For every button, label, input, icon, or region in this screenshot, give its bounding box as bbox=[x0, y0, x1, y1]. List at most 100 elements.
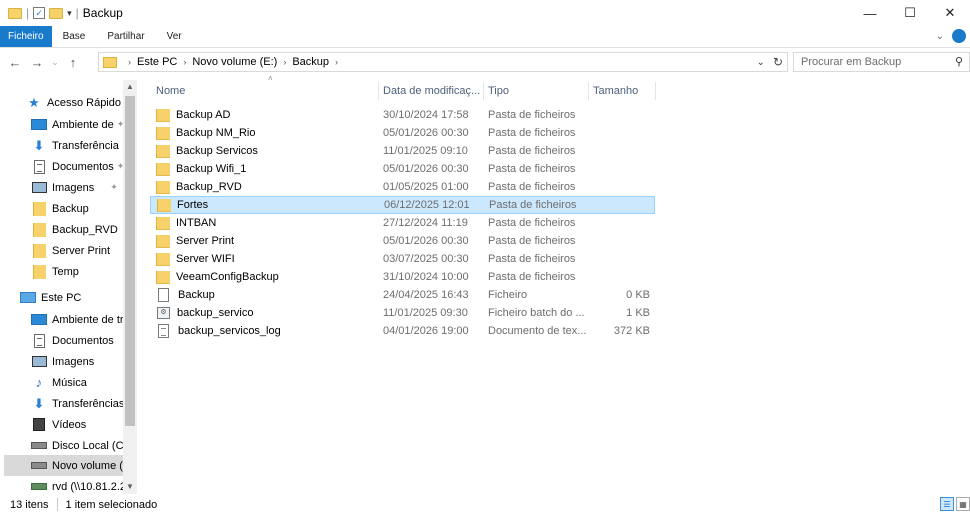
sidebar-item-imagens[interactable]: Imagens ✦ bbox=[31, 177, 118, 198]
chevron-down-icon[interactable]: ⌄ bbox=[757, 57, 765, 68]
file-type: Pasta de ficheiros bbox=[488, 109, 576, 121]
search-icon[interactable]: ⚲ bbox=[955, 55, 963, 68]
sidebar-item-ambiente-de-trabalho[interactable]: Ambiente de tra bbox=[31, 309, 130, 330]
file-name: Server Print bbox=[176, 235, 235, 247]
sidebar-item-este-pc[interactable]: Este PC bbox=[20, 287, 81, 308]
column-header-label: Tamanho bbox=[593, 85, 639, 97]
scroll-up-icon[interactable]: ▲ bbox=[123, 80, 137, 94]
scroll-thumb[interactable] bbox=[125, 96, 135, 426]
file-row-backup-servicos-log[interactable]: backup_servicos_log 04/01/2026 19:00 Doc… bbox=[150, 322, 655, 340]
sidebar-item-ambiente-de[interactable]: Ambiente de ✦ bbox=[31, 114, 124, 135]
sidebar-item-disco-local[interactable]: Disco Local (C:) bbox=[31, 435, 130, 456]
details-view-icon[interactable]: ☰ bbox=[940, 497, 954, 511]
file-row-server-print[interactable]: Server Print 05/01/2026 00:30 Pasta de f… bbox=[150, 232, 655, 250]
folder-icon bbox=[156, 162, 170, 176]
nav-scrollbar[interactable]: ▲ ▼ bbox=[123, 80, 137, 494]
breadcrumb-novo-volume[interactable]: Novo volume (E:) bbox=[192, 56, 277, 68]
file-date: 05/01/2026 00:30 bbox=[383, 235, 469, 247]
sidebar-item-backup[interactable]: Backup bbox=[31, 198, 89, 219]
customize-toolbar-icon[interactable]: ▾ bbox=[67, 8, 72, 19]
chevron-right-icon[interactable]: › bbox=[335, 57, 338, 67]
sidebar-item-transferencias[interactable]: ⬇ Transferências bbox=[31, 393, 125, 414]
sidebar-item-acesso-rapido[interactable]: ★ Acesso Rápido bbox=[26, 92, 121, 113]
sidebar-item-videos[interactable]: Vídeos bbox=[31, 414, 86, 435]
chevron-right-icon[interactable]: › bbox=[283, 57, 286, 67]
file-row-backup-file[interactable]: Backup 24/04/2025 16:43 Ficheiro 0 KB bbox=[150, 286, 655, 304]
file-row-backup-servicos[interactable]: Backup Servicos 11/01/2025 09:10 Pasta d… bbox=[150, 142, 655, 160]
sidebar-item-temp[interactable]: Temp bbox=[31, 261, 79, 282]
sidebar-item-rvd-network[interactable]: rvd (\\10.81.2.24 bbox=[31, 476, 132, 494]
expand-ribbon-icon[interactable]: ⌄ bbox=[936, 31, 944, 42]
address-bar[interactable]: › Este PC › Novo volume (E:) › Backup › … bbox=[98, 52, 788, 72]
breadcrumb-este-pc[interactable]: Este PC bbox=[137, 56, 177, 68]
file-name: backup_servicos_log bbox=[178, 325, 281, 337]
desktop-icon bbox=[31, 118, 47, 132]
file-row-server-wifi[interactable]: Server WIFI 03/07/2025 00:30 Pasta de fi… bbox=[150, 250, 655, 268]
folder-icon bbox=[156, 252, 170, 266]
maximize-button[interactable]: ☐ bbox=[890, 0, 930, 26]
tab-ficheiro[interactable]: Ficheiro bbox=[0, 26, 52, 47]
column-header-type[interactable]: Tipo bbox=[488, 80, 509, 102]
pc-icon bbox=[20, 291, 36, 305]
new-folder-icon[interactable] bbox=[49, 7, 64, 19]
file-row-backup-servico[interactable]: ⚙ backup_servico 11/01/2025 09:30 Ficheir… bbox=[150, 304, 655, 322]
breadcrumb-backup[interactable]: Backup bbox=[292, 56, 329, 68]
window-controls: — ☐ ✕ bbox=[850, 0, 970, 26]
large-icons-view-icon[interactable]: ▦ bbox=[956, 497, 970, 511]
close-button[interactable]: ✕ bbox=[930, 0, 970, 26]
column-header-label: Tipo bbox=[488, 85, 509, 97]
back-button[interactable]: ← bbox=[6, 55, 24, 70]
sidebar-item-novo-volume[interactable]: Novo volume (E bbox=[4, 455, 130, 476]
file-name: Fortes bbox=[177, 199, 209, 211]
sidebar-item-label: Temp bbox=[52, 265, 79, 278]
column-header-date[interactable]: Data de modificaç... bbox=[383, 80, 480, 102]
column-header-size[interactable]: Tamanho bbox=[593, 80, 638, 102]
minimize-button[interactable]: — bbox=[850, 0, 890, 26]
ribbon-tabs: Ficheiro Base Partilhar Ver ⌄ bbox=[0, 26, 970, 48]
sidebar-item-label: Transferência bbox=[52, 139, 119, 152]
sidebar-item-documentos-pc[interactable]: Documentos bbox=[31, 330, 114, 351]
scroll-down-icon[interactable]: ▼ bbox=[123, 480, 137, 494]
tab-partilhar[interactable]: Partilhar bbox=[96, 26, 155, 47]
chevron-right-icon[interactable]: › bbox=[183, 57, 186, 67]
forward-button[interactable]: → bbox=[28, 55, 46, 70]
star-icon: ★ bbox=[28, 94, 40, 110]
sidebar-item-musica[interactable]: ♪ Música bbox=[31, 372, 87, 393]
folder-icon[interactable] bbox=[8, 7, 22, 19]
file-row-intban[interactable]: INTBAN 27/12/2024 11:19 Pasta de ficheir… bbox=[150, 214, 655, 232]
column-divider[interactable] bbox=[655, 82, 656, 100]
refresh-icon[interactable]: ↻ bbox=[773, 55, 783, 69]
search-input[interactable]: Procurar em Backup ⚲ bbox=[793, 52, 970, 72]
file-date: 03/07/2025 00:30 bbox=[383, 253, 469, 265]
sidebar-item-backup-rvd[interactable]: Backup_RVD bbox=[31, 219, 118, 240]
tab-base[interactable]: Base bbox=[52, 26, 97, 47]
sidebar-item-label: Este PC bbox=[41, 291, 82, 304]
chevron-right-icon[interactable]: › bbox=[128, 57, 131, 67]
column-header-name[interactable]: ˄ Nome bbox=[156, 74, 273, 102]
file-name: Backup Wifi_1 bbox=[176, 163, 247, 175]
column-divider[interactable] bbox=[483, 82, 484, 100]
help-icon[interactable] bbox=[952, 29, 966, 43]
file-row-backup-wifi-1[interactable]: Backup Wifi_1 05/01/2026 00:30 Pasta de … bbox=[150, 160, 655, 178]
file-date: 01/05/2025 01:00 bbox=[383, 181, 469, 193]
file-row-backup-rvd[interactable]: Backup_RVD 01/05/2025 01:00 Pasta de fic… bbox=[150, 178, 655, 196]
file-date: 30/10/2024 17:58 bbox=[383, 109, 469, 121]
file-row-backup-ad[interactable]: Backup AD 30/10/2024 17:58 Pasta de fich… bbox=[150, 106, 655, 124]
pin-icon[interactable]: ✦ bbox=[110, 182, 118, 193]
file-type: Pasta de ficheiros bbox=[488, 181, 576, 193]
sidebar-item-server-print[interactable]: Server Print bbox=[31, 240, 110, 261]
file-row-veeamconfigbackup[interactable]: VeeamConfigBackup 31/10/2024 10:00 Pasta… bbox=[150, 268, 655, 286]
tab-ver[interactable]: Ver bbox=[156, 26, 193, 47]
sidebar-item-imagens-pc[interactable]: Imagens bbox=[31, 351, 94, 372]
column-divider[interactable] bbox=[378, 82, 379, 100]
up-button[interactable]: ↑ bbox=[64, 55, 82, 70]
folder-icon bbox=[31, 264, 47, 279]
sidebar-item-documentos[interactable]: Documentos ✦ bbox=[31, 156, 124, 177]
recent-locations-button[interactable]: ⌄ bbox=[46, 57, 64, 68]
file-row-fortes[interactable]: Fortes 06/12/2025 12:01 Pasta de ficheir… bbox=[150, 196, 655, 214]
sidebar-item-transferencia[interactable]: ⬇ Transferência ✦ bbox=[31, 135, 130, 156]
title-bar: | ✓ ▾ | Backup — ☐ ✕ bbox=[0, 0, 970, 26]
properties-icon[interactable]: ✓ bbox=[33, 7, 46, 19]
file-row-backup-nm-rio[interactable]: Backup NM_Rio 05/01/2026 00:30 Pasta de … bbox=[150, 124, 655, 142]
column-divider[interactable] bbox=[588, 82, 589, 100]
